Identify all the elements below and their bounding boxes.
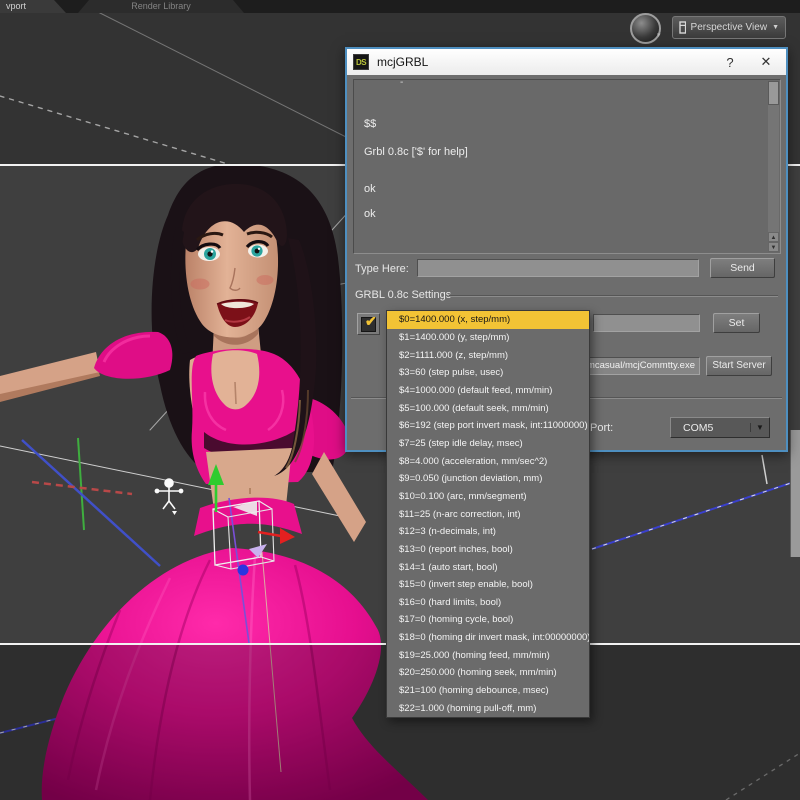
viewport-options-arrow-icon[interactable]: ▾ xyxy=(657,31,661,39)
port-value: COM5 xyxy=(683,421,714,434)
settings-dropdown-item[interactable]: $21=100 (homing debounce, msec) xyxy=(387,682,589,700)
scrollbar-thumb[interactable] xyxy=(768,81,779,105)
settings-dropdown-item[interactable]: $16=0 (hard limits, bool) xyxy=(387,594,589,612)
console-line: ok xyxy=(364,208,376,220)
pane-grid-icon xyxy=(679,21,686,34)
tab-viewport[interactable]: vport xyxy=(0,0,66,13)
view-selector-label: Perspective View xyxy=(690,22,768,33)
settings-dropdown-item[interactable]: $13=0 (report inches, bool) xyxy=(387,541,589,559)
checkmark-icon: ✔ xyxy=(365,312,377,329)
side-scrollbar[interactable] xyxy=(790,430,800,557)
chevron-down-icon: ▼ xyxy=(750,423,769,432)
command-input[interactable] xyxy=(417,259,699,277)
settings-dropdown-item[interactable]: $11=25 (n-arc correction, int) xyxy=(387,505,589,523)
type-here-label: Type Here: xyxy=(355,263,409,275)
viewport-options-icon[interactable] xyxy=(630,13,661,44)
dialog-title: mcjGRBL xyxy=(377,55,429,69)
settings-dropdown-item[interactable]: $20=250.000 (homing seek, mm/min) xyxy=(387,664,589,682)
set-button[interactable]: Set xyxy=(713,313,760,333)
send-button[interactable]: Send xyxy=(710,258,775,278)
settings-dropdown-item[interactable]: $17=0 (homing cycle, bool) xyxy=(387,611,589,629)
setting-checkbox[interactable]: ✔ xyxy=(357,313,380,335)
console-partial-line: - xyxy=(400,79,404,88)
settings-dropdown-item[interactable]: $18=0 (homing dir invert mask, int:00000… xyxy=(387,629,589,647)
port-combobox[interactable]: COM5 ▼ xyxy=(670,417,770,438)
settings-dropdown-item[interactable]: $5=100.000 (default seek, mm/min) xyxy=(387,399,589,417)
app-window: vport Render Library ▾ Perspective View … xyxy=(0,0,800,800)
console-line: $$ xyxy=(364,118,377,130)
settings-dropdown-item[interactable]: $8=4.000 (acceleration, mm/sec^2) xyxy=(387,452,589,470)
settings-dropdown-item[interactable]: $10=0.100 (arc, mm/segment) xyxy=(387,488,589,506)
settings-dropdown-item[interactable]: $2=1111.000 (z, step/mm) xyxy=(387,346,589,364)
group-divider xyxy=(449,295,778,297)
settings-dropdown-item[interactable]: $19=25.000 (homing feed, mm/min) xyxy=(387,646,589,664)
console-output[interactable]: - ▲ ▼ $$ Grbl 0.8c ['$' for help] ok ok xyxy=(353,79,781,254)
scroll-up-icon[interactable]: ▲ xyxy=(768,232,779,242)
dialog-titlebar[interactable]: DS mcjGRBL ? ✕ xyxy=(347,49,786,75)
settings-dropdown-item[interactable]: $14=1 (auto start, bool) xyxy=(387,558,589,576)
port-label: Port: xyxy=(590,422,614,434)
console-line: Grbl 0.8c ['$' for help] xyxy=(364,146,468,158)
pane-tab-bar: vport Render Library xyxy=(0,0,800,13)
console-line: ok xyxy=(364,183,376,195)
console-scrollbar[interactable]: ▲ ▼ xyxy=(768,81,779,252)
settings-dropdown-item[interactable]: $7=25 (step idle delay, msec) xyxy=(387,435,589,453)
setting-value-input[interactable] xyxy=(593,314,700,332)
start-server-button[interactable]: Start Server xyxy=(706,356,772,376)
tab-render-library[interactable]: Render Library xyxy=(78,0,244,13)
daz-studio-logo-icon: DS xyxy=(353,54,369,70)
view-selector[interactable]: Perspective View ▼ xyxy=(672,16,786,39)
help-button[interactable]: ? xyxy=(716,55,744,70)
settings-dropdown-item[interactable]: $9=0.050 (junction deviation, mm) xyxy=(387,470,589,488)
settings-dropdown-item[interactable]: $22=1.000 (homing pull-off, mm) xyxy=(387,699,589,717)
settings-group-label: GRBL 0.8c Settings xyxy=(355,289,452,301)
settings-dropdown-item[interactable]: $0=1400.000 (x, step/mm) xyxy=(387,311,589,329)
close-button[interactable]: ✕ xyxy=(752,54,780,70)
settings-dropdown-item[interactable]: $12=3 (n-decimals, int) xyxy=(387,523,589,541)
settings-dropdown-list[interactable]: $0=1400.000 (x, step/mm) $1=1400.000 (y, … xyxy=(386,310,590,718)
settings-dropdown-item[interactable]: $1=1400.000 (y, step/mm) xyxy=(387,329,589,347)
settings-dropdown-item[interactable]: $3=60 (step pulse, usec) xyxy=(387,364,589,382)
settings-dropdown-item[interactable]: $6=192 (step port invert mask, int:11000… xyxy=(387,417,589,435)
chevron-down-icon: ▼ xyxy=(772,24,779,31)
scroll-down-icon[interactable]: ▼ xyxy=(768,242,779,252)
settings-dropdown-item[interactable]: $4=1000.000 (default feed, mm/min) xyxy=(387,382,589,400)
settings-dropdown-item[interactable]: $15=0 (invert step enable, bool) xyxy=(387,576,589,594)
gizmo-z-handle[interactable] xyxy=(237,564,249,576)
